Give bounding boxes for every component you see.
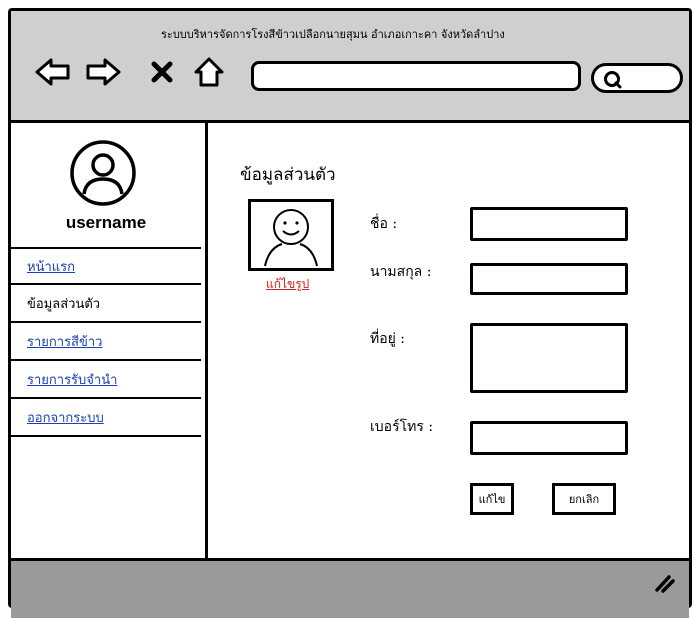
profile-photo [248,199,334,271]
cancel-button[interactable]: ยกเลิก [552,483,616,515]
site-title: ระบบบริหารจัดการโรงสีข้าวเปลือกนายสุมน อ… [161,28,505,41]
search-icon [604,71,622,89]
save-button[interactable]: แก้ไข [470,483,514,515]
sidebar-item-rice-milling[interactable]: รายการสีข้าว [11,323,201,361]
browser-toolbar: ระบบบริหารจัดการโรงสีข้าวเปลือกนายสุมน อ… [11,11,689,123]
sidebar-item-logout[interactable]: ออกจากระบบ [11,399,201,437]
page-title: ข้อมูลส่วนตัว [240,165,336,185]
first-name-field[interactable] [470,207,628,241]
forward-arrow-icon[interactable] [83,55,123,89]
sidebar: username หน้าแรก ข้อมูลส่วนตัว รายการสีข… [11,123,208,558]
first-name-label: ชื่อ : [370,216,398,232]
sidebar-item-profile[interactable]: ข้อมูลส่วนตัว [11,285,201,323]
user-avatar-icon [68,138,138,208]
search-input[interactable] [591,63,683,93]
url-bar[interactable] [251,61,581,91]
user-face-icon [264,209,318,267]
close-icon[interactable] [147,55,177,89]
username: username [65,213,147,232]
last-name-label: นามสกุล : [370,264,432,280]
home-icon[interactable] [191,55,227,89]
sidebar-item-home[interactable]: หน้าแรก [11,247,201,285]
last-name-field[interactable] [470,263,628,295]
back-arrow-icon[interactable] [33,55,73,89]
phone-label: เบอร์โทร : [370,419,434,435]
phone-field[interactable] [470,421,628,455]
address-field[interactable] [470,323,628,393]
status-bar [11,558,689,618]
sidebar-menu: หน้าแรก ข้อมูลส่วนตัว รายการสีข้าว รายกา… [11,247,201,437]
edit-photo-link[interactable]: แก้ไขรูป [266,275,309,294]
browser-window: ระบบบริหารจัดการโรงสีข้าวเปลือกนายสุมน อ… [8,8,694,618]
sidebar-item-pledge[interactable]: รายการรับจำนำ [11,361,201,399]
address-label: ที่อยู่ : [370,331,406,347]
profile-panel: ข้อมูลส่วนตัว แก้ไขรูป ชื่อ : นามสกุล : … [208,123,694,558]
resize-handle-icon[interactable] [653,573,675,593]
